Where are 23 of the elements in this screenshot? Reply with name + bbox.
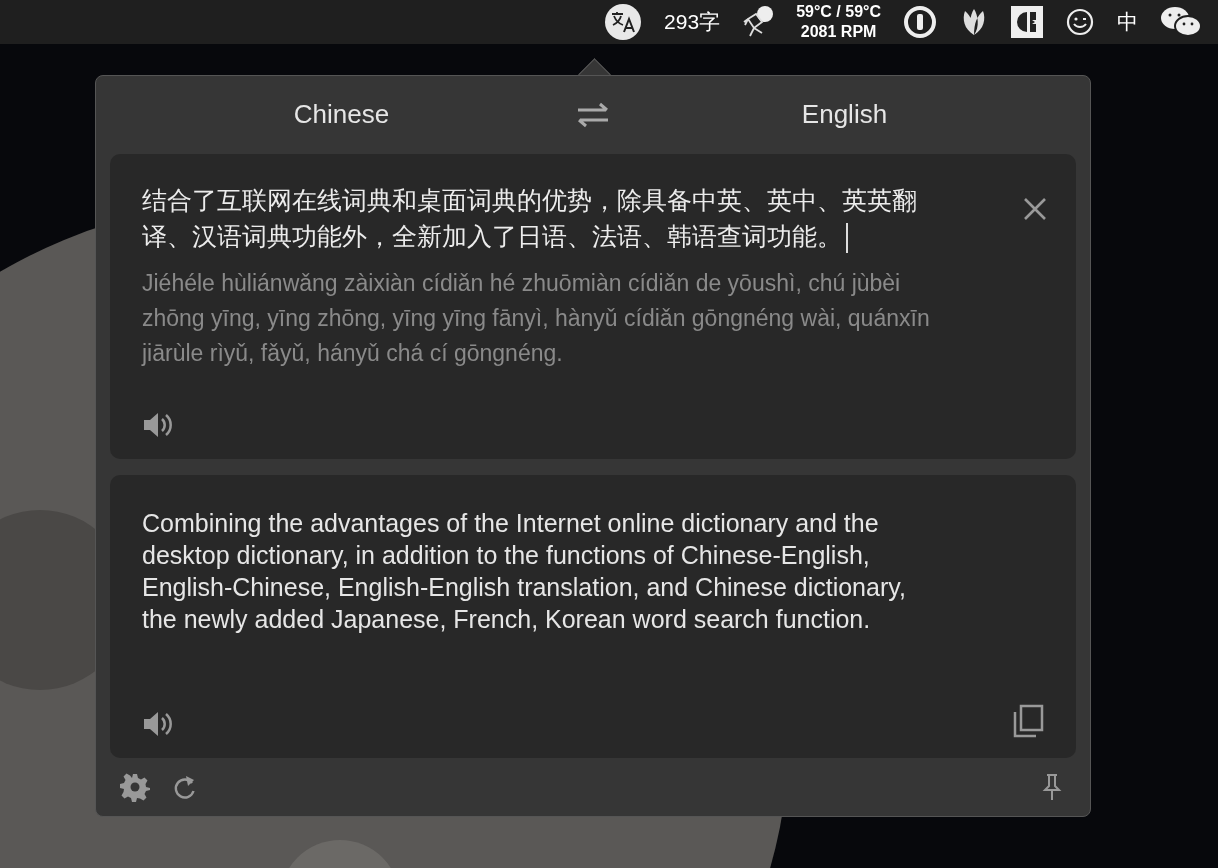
speaker-icon [142, 410, 174, 439]
clear-button[interactable] [1022, 195, 1048, 222]
fan-speed-reading[interactable]: 2081 RPM [800, 22, 877, 42]
translation-text: Combining the advantages of the Internet online dictionary and the desktop dictionary, in addition to the functions of Chinese-English, English-Chinese, English-English translation, and Chinese dictionary, the newly added Japanese, French, Korean word search function. [142, 507, 907, 635]
copy-button[interactable] [1012, 704, 1044, 739]
network-icon[interactable] [742, 5, 775, 39]
translate-icon[interactable] [604, 3, 643, 41]
ring-icon[interactable] [903, 5, 937, 39]
settings-button[interactable] [120, 772, 150, 803]
target-language-button[interactable]: English [613, 99, 1076, 131]
word-count[interactable]: 293字 [664, 8, 721, 36]
source-language-button[interactable]: Chinese [110, 99, 573, 131]
pinyin-text: Jiéhéle hùliánwǎng zàixiàn cídiǎn hé zhuōmiàn cídiǎn de yōushì, chú jùbèi zhōng yīng, yīng zhōng, yīng yīng fānyì, hànyǔ cídiǎn gōngnéng wài, quánxīn jiārùle rìyǔ, fǎyǔ, hányǔ chá cí gōngnéng. [142, 268, 931, 368]
temperature-reading[interactable]: 59°C / 59°C [796, 2, 881, 22]
refresh-button[interactable] [172, 773, 198, 802]
speaker-icon [142, 710, 174, 739]
speak-source-button[interactable] [142, 410, 174, 439]
square-logo-icon[interactable] [1011, 6, 1043, 38]
input-method-indicator[interactable]: 中 [1117, 8, 1138, 36]
pin-button[interactable] [1042, 773, 1062, 802]
speak-translation-button[interactable] [142, 710, 174, 739]
smiley-icon[interactable] [1065, 7, 1095, 37]
source-text-input[interactable]: 结合了互联网在线词典和桌面词典的优势，除具备中英、英中、英英翻译、汉语词典功能外，全新加入了日语、法语、韩语查词功能。 [142, 181, 952, 254]
